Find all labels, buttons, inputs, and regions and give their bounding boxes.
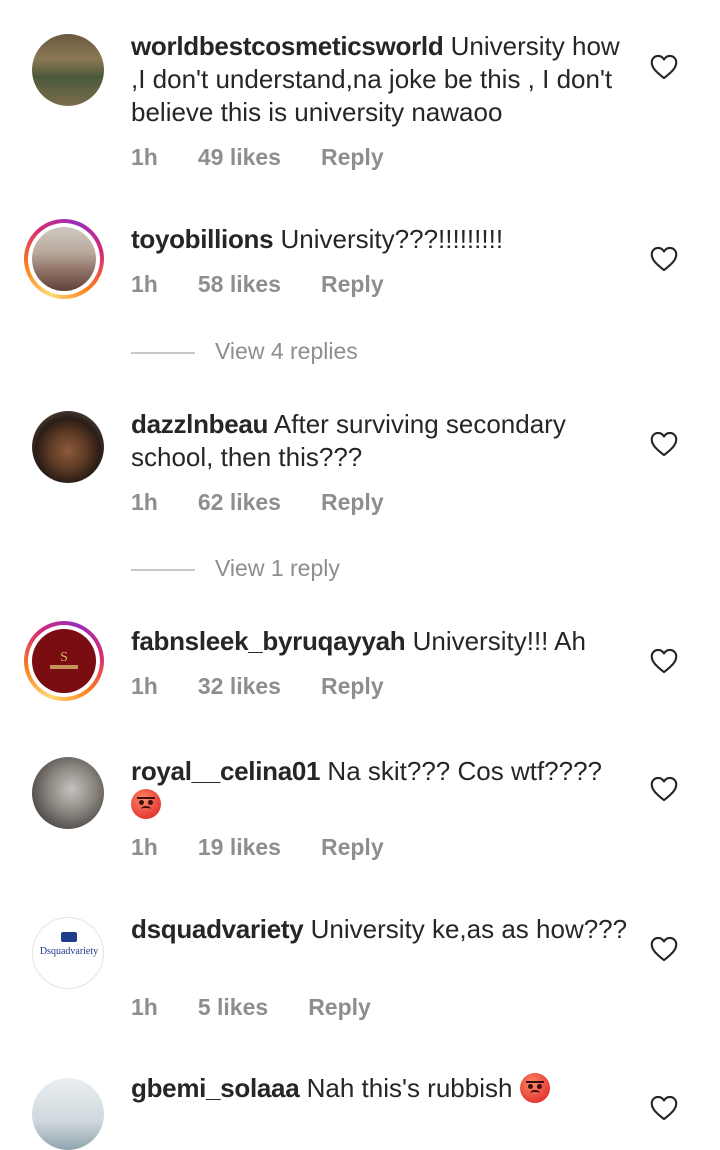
- comment-time: 1h: [131, 271, 158, 297]
- heart-outline-icon[interactable]: [650, 54, 678, 80]
- reply-button[interactable]: Reply: [321, 271, 384, 297]
- avatar[interactable]: [24, 749, 104, 829]
- avatar-logo-text: Dsquadvariety: [39, 946, 99, 957]
- heart-outline-icon[interactable]: [650, 246, 678, 272]
- view-replies-label: View 4 replies: [215, 338, 358, 364]
- comment-username[interactable]: gbemi_solaaa: [131, 1073, 300, 1103]
- comment-username[interactable]: fabnsleek_byruqayyah: [131, 626, 406, 656]
- view-replies-label: View 1 reply: [215, 555, 340, 581]
- angry-face-emoji: [519, 1073, 550, 1103]
- comment-likes[interactable]: 19 likes: [198, 834, 281, 860]
- reply-button[interactable]: Reply: [308, 994, 371, 1020]
- reply-button[interactable]: Reply: [321, 834, 384, 860]
- heart-outline-icon[interactable]: [650, 776, 678, 802]
- heart-outline-icon[interactable]: [650, 648, 678, 674]
- comment-username[interactable]: worldbestcosmeticsworld: [131, 31, 444, 61]
- comment-likes[interactable]: 62 likes: [198, 489, 281, 515]
- reply-button[interactable]: Reply: [321, 144, 384, 170]
- comment-likes[interactable]: 5 likes: [198, 994, 268, 1020]
- avatar[interactable]: S: [24, 621, 104, 701]
- comment-username[interactable]: dsquadvariety: [131, 914, 304, 944]
- comment-text: University???!!!!!!!!!: [273, 224, 504, 254]
- comment-username[interactable]: dazzlnbeau: [131, 409, 268, 439]
- comment-likes[interactable]: 32 likes: [198, 673, 281, 699]
- avatar[interactable]: Dsquadvariety: [24, 909, 104, 989]
- avatar[interactable]: [24, 219, 104, 299]
- comment-username[interactable]: toyobillions: [131, 224, 274, 254]
- replies-divider: [131, 352, 195, 354]
- comment-time: 1h: [131, 994, 158, 1020]
- comment-text: University ke,as as how???: [303, 914, 628, 944]
- heart-outline-icon[interactable]: [650, 431, 678, 457]
- reply-button[interactable]: Reply: [321, 673, 384, 699]
- comment-time: 1h: [131, 489, 158, 515]
- comment-text: Na skit??? Cos wtf????: [320, 756, 603, 786]
- comment-time: 1h: [131, 144, 158, 170]
- angry-face-emoji: [131, 789, 161, 819]
- comment-username[interactable]: royal__celina01: [131, 756, 321, 786]
- replies-divider: [131, 569, 195, 571]
- heart-outline-icon[interactable]: [650, 936, 678, 962]
- avatar[interactable]: [24, 1070, 104, 1150]
- comment-likes[interactable]: 49 likes: [198, 144, 281, 170]
- avatar[interactable]: [24, 403, 104, 483]
- avatar[interactable]: [24, 26, 104, 106]
- comment-time: 1h: [131, 673, 158, 699]
- comment-text: Nah this's rubbish: [299, 1073, 513, 1103]
- comment-time: 1h: [131, 834, 158, 860]
- reply-button[interactable]: Reply: [321, 489, 384, 515]
- svg-text:S: S: [60, 650, 68, 665]
- comment-text: University!!! Ah: [405, 626, 586, 656]
- heart-outline-icon[interactable]: [650, 1095, 678, 1121]
- brand-logo-icon: S: [50, 650, 78, 669]
- comment-likes[interactable]: 58 likes: [198, 271, 281, 297]
